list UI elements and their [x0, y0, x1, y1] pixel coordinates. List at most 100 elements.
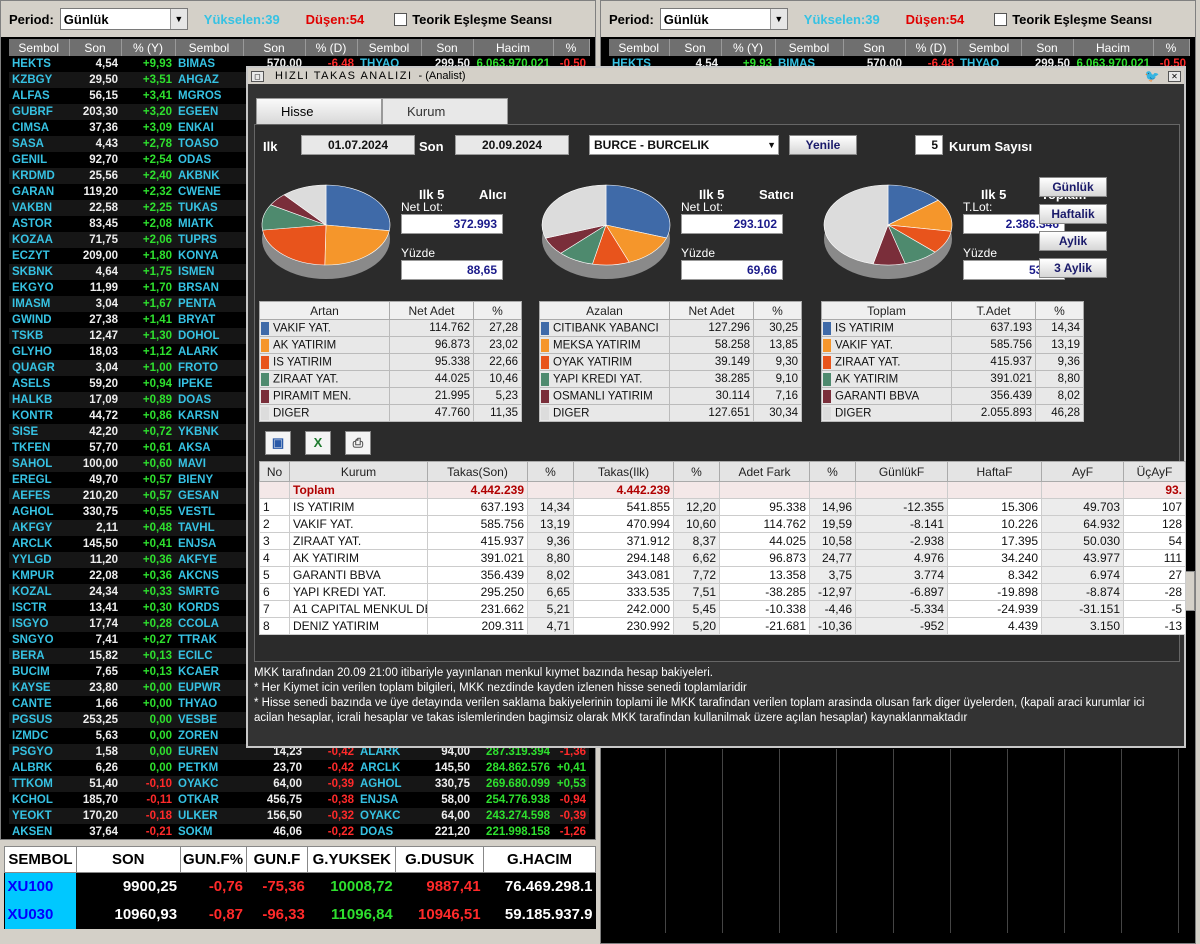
column-header[interactable]: Sembol	[357, 39, 422, 56]
column-header[interactable]: Sembol	[175, 39, 244, 56]
table-row[interactable]: ALBRK 6,26 0,00 PETKM 23,70 -0,42 ARCLK 145,50 2…	[9, 760, 589, 776]
table-row[interactable]: OSMANLI YATIRIM 30.114 7,16	[539, 387, 802, 405]
index-row[interactable]: XU030 10960,93 -0,87 -96,33 11096,84 10946,51…	[4, 900, 596, 929]
column-header[interactable]: Hacim	[1073, 39, 1154, 56]
close-icon[interactable]: ✕	[1168, 70, 1181, 82]
weekly-button[interactable]: Haftalik	[1039, 204, 1107, 224]
table-row[interactable]: IS YATIRIM 95.338 22,66	[259, 353, 522, 371]
column-header[interactable]: G.YUKSEK	[307, 846, 397, 873]
period-select[interactable]: Günlük ▼	[59, 8, 188, 30]
table-row[interactable]: 5 GARANTI BBVA 356.439 8,02 343.081 7,72 13.35…	[259, 566, 1186, 584]
column-header[interactable]: Adet Fark	[719, 461, 810, 482]
column-header[interactable]: Hacim	[473, 39, 554, 56]
column-header[interactable]: ÜçAyF	[1123, 461, 1186, 482]
column-header[interactable]: T.Adet	[951, 301, 1036, 320]
index-row[interactable]: XU100 9900,25 -0,76 -75,36 10008,72 9887,41 76…	[4, 872, 596, 901]
column-header[interactable]: %	[473, 301, 522, 320]
column-header[interactable]: Artan	[259, 301, 390, 320]
column-header[interactable]: HaftaF	[947, 461, 1042, 482]
column-header[interactable]: No	[259, 461, 290, 482]
table-row[interactable]: 7 A1 CAPITAL MENKUL DE 231.662 5,21 242.000 5…	[259, 600, 1186, 618]
table-row[interactable]: 2 VAKIF YAT. 585.756 13,19 470.994 10,60 114.7…	[259, 515, 1186, 533]
column-header[interactable]: GUN.F	[245, 846, 309, 873]
chevron-down-icon[interactable]: ▼	[169, 9, 187, 29]
column-header[interactable]: Son	[421, 39, 474, 56]
column-header[interactable]: %	[1035, 301, 1084, 320]
stock-select[interactable]: BURCE - BURCELIK ▼	[589, 135, 779, 155]
table-row[interactable]: GARANTI BBVA 356.439 8,02	[821, 387, 1084, 405]
column-header[interactable]: Son	[69, 39, 122, 56]
table-row[interactable]: DIGER 2.055.893 46,28	[821, 404, 1084, 422]
print-icon[interactable]: ⎙	[345, 431, 371, 455]
column-header[interactable]: Sembol	[9, 39, 70, 56]
column-header[interactable]: Azalan	[539, 301, 670, 320]
session-checkbox[interactable]	[994, 12, 1008, 26]
column-header[interactable]: AyF	[1041, 461, 1124, 482]
table-row[interactable]: ZIRAAT YAT. 44.025 10,46	[259, 370, 522, 388]
column-header[interactable]: %	[1153, 39, 1190, 56]
chevron-down-icon[interactable]: ▼	[767, 140, 776, 150]
monthly-button[interactable]: Aylik	[1039, 231, 1107, 251]
column-header[interactable]: Sembol	[957, 39, 1022, 56]
table-row[interactable]: KCHOL 185,70 -0,11 OTKAR 456,75 -0,38 ENJSA 58,…	[9, 792, 589, 808]
table-row[interactable]: VAKIF YAT. 114.762 27,28	[259, 319, 522, 337]
column-header[interactable]: % (Y)	[721, 39, 776, 56]
column-header[interactable]: GünlükF	[855, 461, 948, 482]
restore-icon[interactable]: ◻	[251, 70, 264, 82]
table-row[interactable]: 3 ZIRAAT YAT. 415.937 9,36 371.912 8,37 44.025…	[259, 532, 1186, 550]
table-row[interactable]: YAPI KREDI YAT. 38.285 9,10	[539, 370, 802, 388]
table-row[interactable]: AKSEN 37,64 -0,21 SOKM 46,06 -0,22 DOAS 221,20 2…	[9, 824, 589, 840]
column-header[interactable]: Toplam	[821, 301, 952, 320]
table-row[interactable]: 1 IS YATIRIM 637.193 14,34 541.855 12,20 95.33…	[259, 498, 1186, 516]
column-header[interactable]: SEMBOL	[4, 846, 77, 873]
tab-hisse[interactable]: Hisse	[256, 98, 382, 124]
excel-icon[interactable]: X	[305, 431, 331, 455]
column-header[interactable]: G.DUSUK	[395, 846, 485, 873]
column-header[interactable]: %	[809, 461, 856, 482]
table-row[interactable]: AK YATIRIM 96.873 23,02	[259, 336, 522, 354]
column-header[interactable]: Son	[669, 39, 722, 56]
column-header[interactable]: SON	[75, 846, 181, 873]
column-header[interactable]: %	[753, 301, 802, 320]
column-header[interactable]: %	[553, 39, 590, 56]
table-row[interactable]: CITIBANK YABANCI 127.296 30,25	[539, 319, 802, 337]
table-row[interactable]: IS YATIRIM 637.193 14,34	[821, 319, 1084, 337]
table-row[interactable]: MEKSA YATIRIM 58.258 13,85	[539, 336, 802, 354]
table-row[interactable]: DIGER 47.760 11,35	[259, 404, 522, 422]
table-row[interactable]: 4 AK YATIRIM 391.021 8,80 294.148 6,62 96.873 2…	[259, 549, 1186, 567]
column-header[interactable]: Sembol	[775, 39, 844, 56]
scrollbar[interactable]	[1185, 571, 1195, 611]
table-row[interactable]: YEOKT 170,20 -0,18 ULKER 156,50 -0,32 OYAKC 64,…	[9, 808, 589, 824]
table-row[interactable]: VAKIF YAT. 585.756 13,19	[821, 336, 1084, 354]
table-row[interactable]: PIRAMIT MEN. 21.995 5,23	[259, 387, 522, 405]
daily-button[interactable]: Günlük	[1039, 177, 1107, 197]
table-row[interactable]: ZIRAAT YAT. 415.937 9,36	[821, 353, 1084, 371]
column-header[interactable]: Takas(Ilk)	[573, 461, 674, 482]
chevron-down-icon[interactable]: ▼	[769, 9, 787, 29]
column-header[interactable]: Net Adet	[669, 301, 754, 320]
period-select[interactable]: Günlük ▼	[659, 8, 788, 30]
end-date-input[interactable]: 20.09.2024	[455, 135, 569, 155]
table-row[interactable]: 6 YAPI KREDI YAT. 295.250 6,65 333.535 7,51 -3…	[259, 583, 1186, 601]
table-row[interactable]: 8 DENIZ YATIRIM 209.311 4,71 230.992 5,20 -21.…	[259, 617, 1186, 635]
start-date-input[interactable]: 01.07.2024	[301, 135, 415, 155]
column-header[interactable]: % (D)	[305, 39, 358, 56]
table-row[interactable]: TTKOM 51,40 -0,10 OYAKC 64,00 -0,39 AGHOL 330,7…	[9, 776, 589, 792]
column-header[interactable]: Kurum	[289, 461, 428, 482]
kurum-count-input[interactable]: 5	[915, 135, 943, 155]
column-header[interactable]: Son	[1021, 39, 1074, 56]
table-row[interactable]: DIGER 127.651 30,34	[539, 404, 802, 422]
column-header[interactable]: Son	[243, 39, 306, 56]
column-header[interactable]: % (Y)	[121, 39, 176, 56]
column-header[interactable]: Takas(Son)	[427, 461, 528, 482]
twitter-icon[interactable]: 🐦	[1145, 69, 1161, 83]
column-header[interactable]: %	[527, 461, 574, 482]
column-header[interactable]: %	[673, 461, 720, 482]
column-header[interactable]: G.HACIM	[483, 846, 596, 873]
column-header[interactable]: Sembol	[609, 39, 670, 56]
column-header[interactable]: % (D)	[905, 39, 958, 56]
save-icon[interactable]: ▣	[265, 431, 291, 455]
table-row[interactable]: OYAK YATIRIM 39.149 9,30	[539, 353, 802, 371]
refresh-button[interactable]: Yenile	[789, 135, 857, 155]
column-header[interactable]: Net Adet	[389, 301, 474, 320]
